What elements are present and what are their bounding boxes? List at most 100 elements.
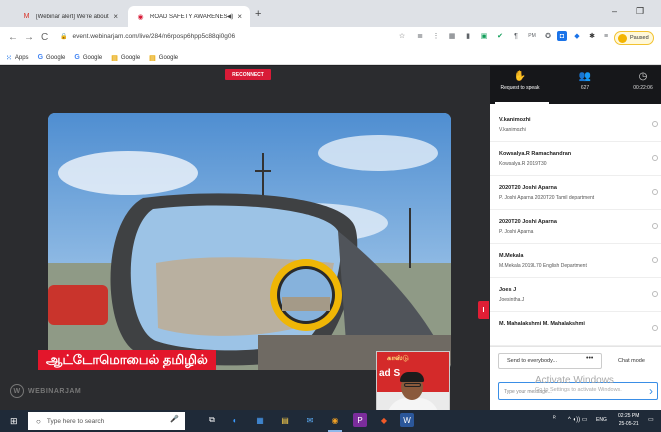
- activate-windows-watermark: Activate Windows Go to Settings to activ…: [535, 375, 622, 393]
- speaker-icon[interactable]: ◀): [227, 13, 234, 20]
- app-icon[interactable]: ◆: [377, 413, 391, 427]
- select-radio[interactable]: [652, 121, 658, 127]
- lock-icon: 🔒: [60, 34, 68, 40]
- close-icon[interactable]: ×: [237, 12, 242, 21]
- select-radio[interactable]: [652, 189, 658, 195]
- bookmark-label: Google: [120, 54, 141, 61]
- select-radio[interactable]: [652, 325, 658, 331]
- file-explorer-icon[interactable]: ▤: [278, 413, 292, 427]
- attendees-button[interactable]: 👥 627: [572, 71, 598, 91]
- participant-sub: Kowsalya.R 2019T30: [499, 161, 547, 167]
- menu-list-icon[interactable]: ≡: [601, 31, 611, 41]
- bookmark-google[interactable]: G Google: [38, 54, 66, 61]
- clock-icon: ◷: [638, 71, 648, 82]
- list-item[interactable]: 2020T20 Joshi Aparna P. Joshi Aparna: [490, 210, 661, 244]
- minimize-icon[interactable]: –: [612, 6, 617, 16]
- participant-sub: M.Mekala 2019L70 English Department: [499, 263, 587, 269]
- windows-taskbar: ⊞ ○ Type here to search 🎤 ⧉ ◐ ▦ ▤ ✉ ◉ P …: [0, 410, 661, 432]
- puzzle-icon[interactable]: ✱: [587, 31, 597, 41]
- store-icon[interactable]: ▦: [253, 413, 267, 427]
- attendee-count: 627: [580, 85, 590, 91]
- forward-icon[interactable]: →: [24, 32, 34, 43]
- extension-icon[interactable]: ◆: [572, 31, 582, 41]
- info-side-tab[interactable]: I: [478, 301, 489, 319]
- word-icon[interactable]: W: [400, 413, 414, 427]
- tray-icons[interactable]: ^ ◖)) ▭: [568, 416, 587, 423]
- select-radio[interactable]: [652, 291, 658, 297]
- windows-start-icon[interactable]: ⊞: [10, 416, 18, 427]
- url-text: event.webinarjam.com/live/284/n6rposp6hp…: [72, 33, 236, 40]
- mail-icon[interactable]: ✉: [303, 413, 317, 427]
- apps-icon: ⁙: [6, 54, 12, 62]
- send-to-label: Send to everybody...: [507, 358, 558, 364]
- participant-sub: Joesintha.J: [499, 297, 525, 303]
- participant-name: M. Mahalakshmi M. Mahalakshmi: [499, 321, 585, 327]
- tab-webinar-alert[interactable]: M [Webinar alert] We're about to st ×: [14, 6, 126, 27]
- chat-mode-label[interactable]: Chat mode: [618, 358, 645, 364]
- system-clock[interactable]: 02:25 PM 25-05-21: [618, 412, 639, 428]
- extension-icon[interactable]: ▦: [447, 31, 457, 41]
- participant-name: 2020T20 Joshi Aparna: [499, 219, 557, 225]
- send-arrow-icon[interactable]: ›: [649, 384, 653, 398]
- people-icon[interactable]: ᴿ: [553, 416, 556, 422]
- clock-time: 02:25 PM: [618, 413, 640, 419]
- request-to-speak-button[interactable]: ✋ Request to speak: [498, 71, 542, 91]
- bookmark-google[interactable]: ▤ Google: [111, 54, 140, 62]
- list-item[interactable]: 2020T20 Joshi Aparna P. Joshi Aparna 202…: [490, 176, 661, 210]
- participant-name: 2020T20 Joshi Aparna: [499, 185, 557, 191]
- presenter-glasses: [404, 383, 421, 387]
- extension-icon[interactable]: ≣: [415, 31, 425, 41]
- back-icon[interactable]: ←: [8, 32, 18, 43]
- close-icon[interactable]: ×: [113, 12, 118, 21]
- chrome-icon[interactable]: ◉: [328, 413, 342, 427]
- taskbar-search[interactable]: ○ Type here to search 🎤: [28, 412, 185, 430]
- check-icon[interactable]: ✔: [495, 31, 505, 41]
- browser-toolbar: ← → C 🔒 event.webinarjam.com/live/284/n6…: [0, 27, 661, 51]
- bookmark-apps[interactable]: ⁙ Apps: [6, 54, 29, 62]
- address-bar[interactable]: 🔒 event.webinarjam.com/live/284/n6rposp6…: [60, 33, 235, 40]
- list-item[interactable]: Kowsalya.R Ramachandran Kowsalya.R 2019T…: [490, 142, 661, 176]
- extension-icon[interactable]: ¶: [511, 31, 521, 41]
- bookmark-google[interactable]: ▤ Google: [149, 54, 178, 62]
- extension-icon[interactable]: ⋮: [431, 31, 441, 41]
- extension-icon[interactable]: ▣: [479, 31, 489, 41]
- notifications-icon[interactable]: ▭: [648, 416, 654, 423]
- more-icon[interactable]: •••: [586, 355, 593, 362]
- task-view-icon[interactable]: ⧉: [205, 413, 219, 427]
- list-item[interactable]: Joes J Joesintha.J: [490, 278, 661, 312]
- edge-icon[interactable]: ◐: [228, 413, 242, 427]
- restore-icon[interactable]: ❐: [636, 6, 644, 17]
- app-icon[interactable]: P: [353, 413, 367, 427]
- search-icon: ○: [36, 416, 41, 426]
- profile-paused-button[interactable]: Paused: [614, 31, 654, 45]
- brand-text: WEBINARJAM: [28, 387, 82, 395]
- folder-icon: ▤: [149, 54, 156, 62]
- select-radio[interactable]: [652, 257, 658, 263]
- new-tab-icon[interactable]: +: [255, 8, 261, 20]
- microphone-icon[interactable]: 🎤: [170, 415, 179, 423]
- list-item[interactable]: M. Mahalakshmi M. Mahalakshmi: [490, 312, 661, 346]
- extension-icon[interactable]: ◘: [557, 31, 567, 41]
- elapsed-time: ◷ 00:22:06: [628, 71, 658, 91]
- tab-road-safety[interactable]: ◉ ROAD SAFETY AWARENESS ◀) ×: [128, 6, 250, 27]
- select-radio[interactable]: [652, 223, 658, 229]
- reconnect-button[interactable]: RECONNECT: [225, 69, 271, 80]
- extension-icon[interactable]: ▮: [463, 31, 473, 41]
- extension-icon[interactable]: PM: [527, 31, 537, 41]
- elapsed-time-label: 00:22:06: [633, 85, 653, 91]
- avatar: [618, 33, 627, 43]
- extension-icon[interactable]: ✪: [543, 31, 553, 41]
- watermark-title: Activate Windows: [535, 375, 614, 386]
- bookmark-google[interactable]: G Google: [74, 54, 102, 61]
- list-item[interactable]: M.Mekala M.Mekala 2019L70 English Depart…: [490, 244, 661, 278]
- participant-name: Joes J: [499, 287, 517, 293]
- star-icon[interactable]: ☆: [397, 31, 407, 41]
- reload-icon[interactable]: C: [41, 32, 48, 43]
- language-indicator[interactable]: ENG: [596, 417, 607, 423]
- video-caption: ஆட்டோமொபைல் தமிழில்: [38, 350, 216, 370]
- bookmark-label: Google: [82, 54, 103, 61]
- attendees-icon: 👥: [578, 71, 592, 82]
- bookmark-label: Apps: [14, 54, 29, 61]
- select-radio[interactable]: [652, 155, 658, 161]
- list-item[interactable]: V.kanimozhi V.kanimozhi: [490, 108, 661, 142]
